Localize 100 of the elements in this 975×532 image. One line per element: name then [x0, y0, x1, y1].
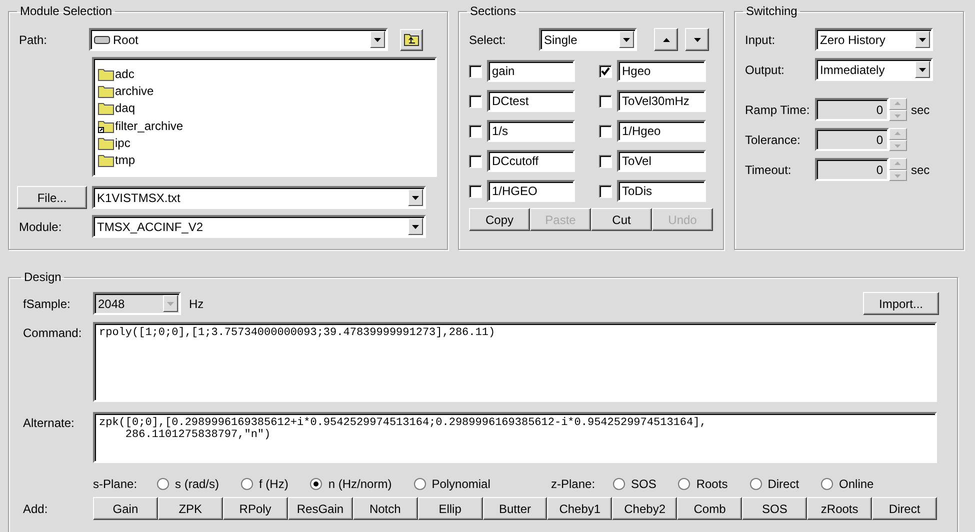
import-button[interactable]: Import... — [863, 292, 939, 315]
section-name-field[interactable]: ToVel30mHz — [617, 90, 706, 112]
dropdown-button[interactable] — [408, 189, 423, 206]
folder-item[interactable]: tmp — [98, 152, 431, 169]
edit-button[interactable]: Copy — [469, 208, 530, 231]
add-filter-button[interactable]: Comb — [677, 497, 742, 520]
folder-item[interactable]: ipc — [98, 134, 431, 152]
radio-button[interactable]: s (rad/s) — [157, 477, 220, 491]
file-combo[interactable]: K1VISTMSX.txt — [92, 186, 426, 209]
move-up-button[interactable] — [654, 28, 678, 51]
move-down-button[interactable] — [685, 28, 709, 51]
radio-icon[interactable] — [678, 478, 690, 490]
dropdown-button[interactable] — [915, 31, 930, 48]
add-filter-button[interactable]: SOS — [742, 497, 808, 520]
radio-button[interactable]: Online — [821, 477, 874, 491]
output-combo[interactable]: Immediately — [815, 58, 933, 81]
radio-icon[interactable] — [414, 478, 426, 490]
unit-label: Hz — [189, 296, 204, 310]
number-field[interactable]: 0 — [815, 158, 889, 181]
folder-item[interactable]: daq — [98, 100, 431, 117]
checkbox[interactable] — [599, 154, 612, 168]
output-label: Output: — [745, 62, 786, 76]
number-field[interactable]: 0 — [815, 98, 889, 121]
fsample-label: fSample: — [23, 296, 72, 310]
add-filter-button[interactable]: Direct — [872, 497, 937, 520]
spinner-arrows-icon[interactable] — [889, 158, 905, 181]
folder-icon — [98, 66, 114, 81]
group-title: Switching — [745, 4, 798, 18]
add-filter-button[interactable]: Butter — [482, 497, 548, 520]
checkbox[interactable] — [599, 94, 612, 108]
add-filter-button[interactable]: Ellip — [418, 497, 483, 520]
dropdown-button[interactable] — [915, 61, 930, 78]
radio-icon[interactable] — [241, 478, 254, 490]
section-name-field[interactable]: gain — [487, 60, 575, 82]
group-title: Design — [23, 270, 62, 284]
down-arrow-icon — [694, 38, 700, 42]
add-label: Add: — [23, 502, 49, 516]
dropdown-button[interactable] — [163, 295, 178, 312]
select-combo[interactable]: Single — [539, 28, 637, 51]
input-combo[interactable]: Zero History — [815, 28, 933, 51]
command-text-area[interactable]: rpoly([1;0;0],[1;3.75734000000093;39.47839999991273],286.11) — [93, 322, 937, 402]
radio-button[interactable]: f (Hz) — [241, 477, 288, 491]
input-label: Input: — [745, 32, 776, 46]
folder-item[interactable]: adc — [98, 65, 431, 82]
checkbox[interactable] — [469, 94, 482, 108]
add-filter-button[interactable]: Cheby2 — [612, 497, 678, 520]
add-filter-button[interactable]: RPoly — [222, 497, 288, 520]
add-filter-button[interactable]: ZPK — [158, 497, 223, 520]
checkbox[interactable] — [599, 124, 612, 138]
radio-icon[interactable] — [750, 478, 762, 490]
parent-folder-button[interactable] — [400, 28, 423, 50]
radio-button[interactable]: SOS — [613, 477, 656, 491]
checkbox[interactable] — [469, 124, 482, 138]
section-name-field[interactable]: ToDis — [617, 180, 706, 202]
dropdown-button[interactable] — [619, 31, 634, 48]
z-plane-label: z-Plane: — [551, 477, 596, 491]
radio-icon[interactable] — [613, 478, 625, 490]
checkbox[interactable] — [599, 64, 612, 78]
add-filter-button[interactable]: Cheby1 — [547, 497, 612, 520]
spinner-arrows-icon[interactable] — [889, 128, 905, 151]
section-name-field[interactable]: 1/s — [487, 120, 575, 142]
checkbox[interactable] — [599, 184, 612, 198]
checkbox[interactable] — [469, 184, 482, 198]
radio-button[interactable]: Roots — [678, 477, 728, 491]
folder-item[interactable]: archive — [98, 82, 431, 100]
fsample-combo[interactable]: 2048 — [93, 292, 181, 315]
section-name-field[interactable]: DCtest — [487, 90, 575, 112]
checkbox[interactable] — [469, 64, 482, 78]
dropdown-button[interactable] — [408, 218, 423, 235]
file-button[interactable]: File... — [17, 186, 87, 209]
radio-button[interactable]: n (Hz/norm) — [310, 477, 392, 491]
param-label: Tolerance: — [745, 132, 802, 146]
add-filter-button[interactable]: ResGain — [288, 497, 353, 520]
radio-icon[interactable] — [310, 478, 322, 490]
radio-button[interactable]: Polynomial — [414, 477, 490, 491]
add-filter-button[interactable]: Notch — [352, 497, 418, 520]
section-name-field[interactable]: Hgeo — [617, 60, 706, 82]
combo-value: Zero History — [820, 32, 886, 46]
alternate-text-area[interactable]: zpk([0;0],[0.2989996169385612+i*0.9542529974513164;0.2989996169385612-i*0.9542529974513164], 286.1101275838797,"n") — [93, 412, 937, 463]
radio-icon[interactable] — [157, 478, 169, 490]
checkbox[interactable] — [469, 154, 482, 168]
section-name-field[interactable]: 1/HGEO — [487, 180, 575, 202]
edit-button[interactable]: Cut — [591, 208, 652, 231]
path-combo[interactable]: Root — [89, 28, 388, 51]
section-name-field[interactable]: ToVel — [617, 150, 706, 172]
command-label: Command: — [23, 325, 83, 340]
add-filter-button[interactable]: zRoots — [807, 497, 872, 520]
module-combo[interactable]: TMSX_ACCINF_V2 — [92, 215, 426, 238]
radio-button[interactable]: Direct — [750, 477, 800, 491]
folder-list[interactable]: adc archive daq filter_archive ipc tmp — [92, 57, 437, 177]
add-filter-button[interactable]: Gain — [93, 497, 158, 520]
radio-icon[interactable] — [821, 478, 834, 490]
dropdown-arrow-icon — [374, 38, 381, 42]
dropdown-button[interactable] — [370, 31, 385, 48]
number-field[interactable]: 0 — [815, 128, 889, 151]
spinner-arrows-icon[interactable] — [889, 98, 905, 121]
folder-item[interactable]: filter_archive — [98, 116, 431, 134]
combo-value: TMSX_ACCINF_V2 — [97, 220, 204, 234]
section-name-field[interactable]: DCcutoff — [487, 150, 575, 172]
section-name-field[interactable]: 1/Hgeo — [617, 120, 706, 142]
